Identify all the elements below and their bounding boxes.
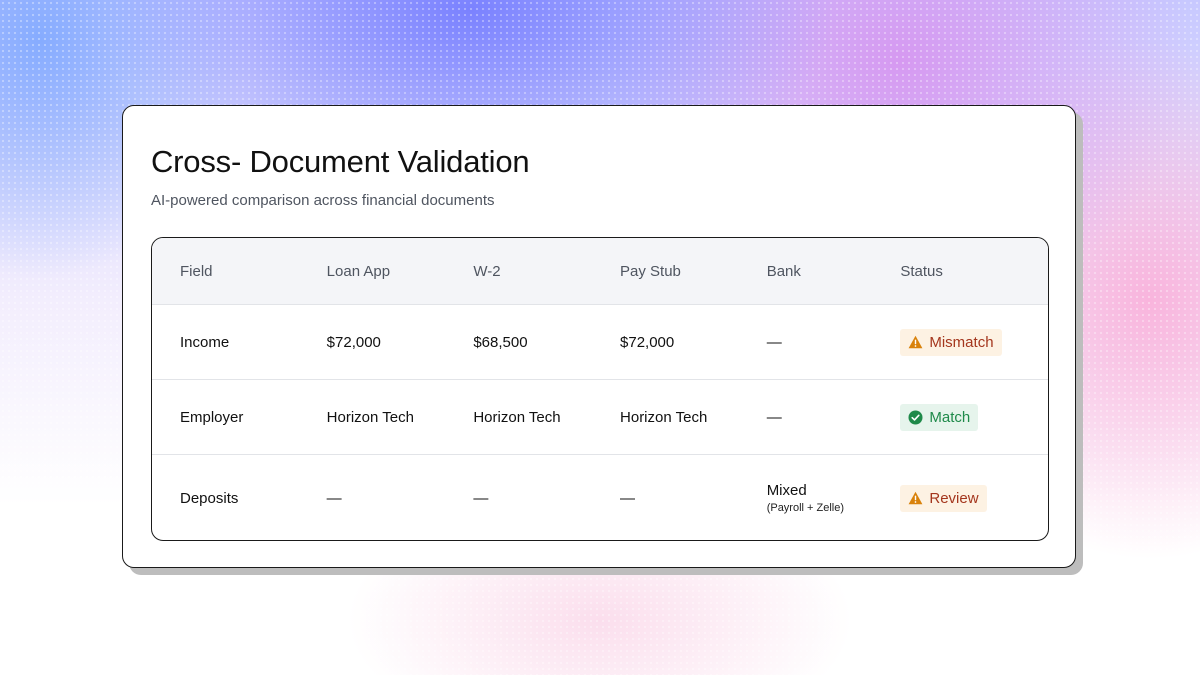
validation-card: Cross- Document Validation AI-powered co… xyxy=(122,105,1076,568)
cell-w2: $68,500 xyxy=(473,333,528,351)
cell-bank-value: — xyxy=(766,333,782,351)
cell-bank: — xyxy=(739,409,886,426)
cell-field: Employer xyxy=(180,408,244,426)
check-circle-icon xyxy=(908,410,923,425)
cell-w2: — xyxy=(473,489,489,507)
table-row: Employer Horizon Tech Horizon Tech Horiz… xyxy=(152,380,1048,455)
table-header-row: Field Loan App W-2 Pay Stub Bank Status xyxy=(152,238,1048,305)
cell-field: Income xyxy=(180,333,230,351)
header-bank: Bank xyxy=(766,262,801,280)
cell-pay-stub: — xyxy=(620,489,636,507)
table-row: Deposits — — — Mixed (Payroll + Zelle) R… xyxy=(152,455,1048,540)
cell-bank-value: Mixed xyxy=(766,482,807,499)
status-badge-match: Match xyxy=(900,403,979,431)
cell-status: Mismatch xyxy=(885,328,1048,356)
cell-field: Deposits xyxy=(180,489,239,507)
card-title: Cross- Document Validation xyxy=(151,144,530,179)
header-pay-stub: Pay Stub xyxy=(620,262,681,280)
card-subtitle: AI-powered comparison across financial d… xyxy=(151,192,495,209)
cell-bank: — xyxy=(739,334,886,351)
warning-icon xyxy=(908,491,923,505)
cell-pay-stub: Horizon Tech xyxy=(620,408,708,426)
header-w2: W-2 xyxy=(473,262,501,280)
table-row: Income $72,000 $68,500 $72,000 — Mismatc… xyxy=(152,305,1048,380)
cell-status: Review xyxy=(885,484,1048,512)
header-status: Status xyxy=(900,262,943,280)
status-badge-label: Review xyxy=(929,489,979,507)
validation-table: Field Loan App W-2 Pay Stub Bank Status … xyxy=(151,237,1049,541)
header-field: Field xyxy=(180,262,213,280)
cell-loan-app: Horizon Tech xyxy=(326,408,414,426)
status-badge-mismatch: Mismatch xyxy=(900,328,1002,356)
cell-pay-stub: $72,000 xyxy=(620,333,675,351)
cell-status: Match xyxy=(885,403,1048,431)
cell-loan-app: $72,000 xyxy=(326,333,381,351)
cell-bank-note: (Payroll + Zelle) xyxy=(766,502,845,514)
cell-bank: Mixed (Payroll + Zelle) xyxy=(739,482,886,514)
cell-loan-app: — xyxy=(326,489,342,507)
cell-bank-value: — xyxy=(766,408,782,426)
status-badge-review: Review xyxy=(900,484,987,512)
warning-icon xyxy=(908,335,923,349)
status-badge-label: Mismatch xyxy=(929,333,994,351)
cell-w2: Horizon Tech xyxy=(473,408,561,426)
header-loan-app: Loan App xyxy=(326,262,391,280)
status-badge-label: Match xyxy=(929,408,971,426)
